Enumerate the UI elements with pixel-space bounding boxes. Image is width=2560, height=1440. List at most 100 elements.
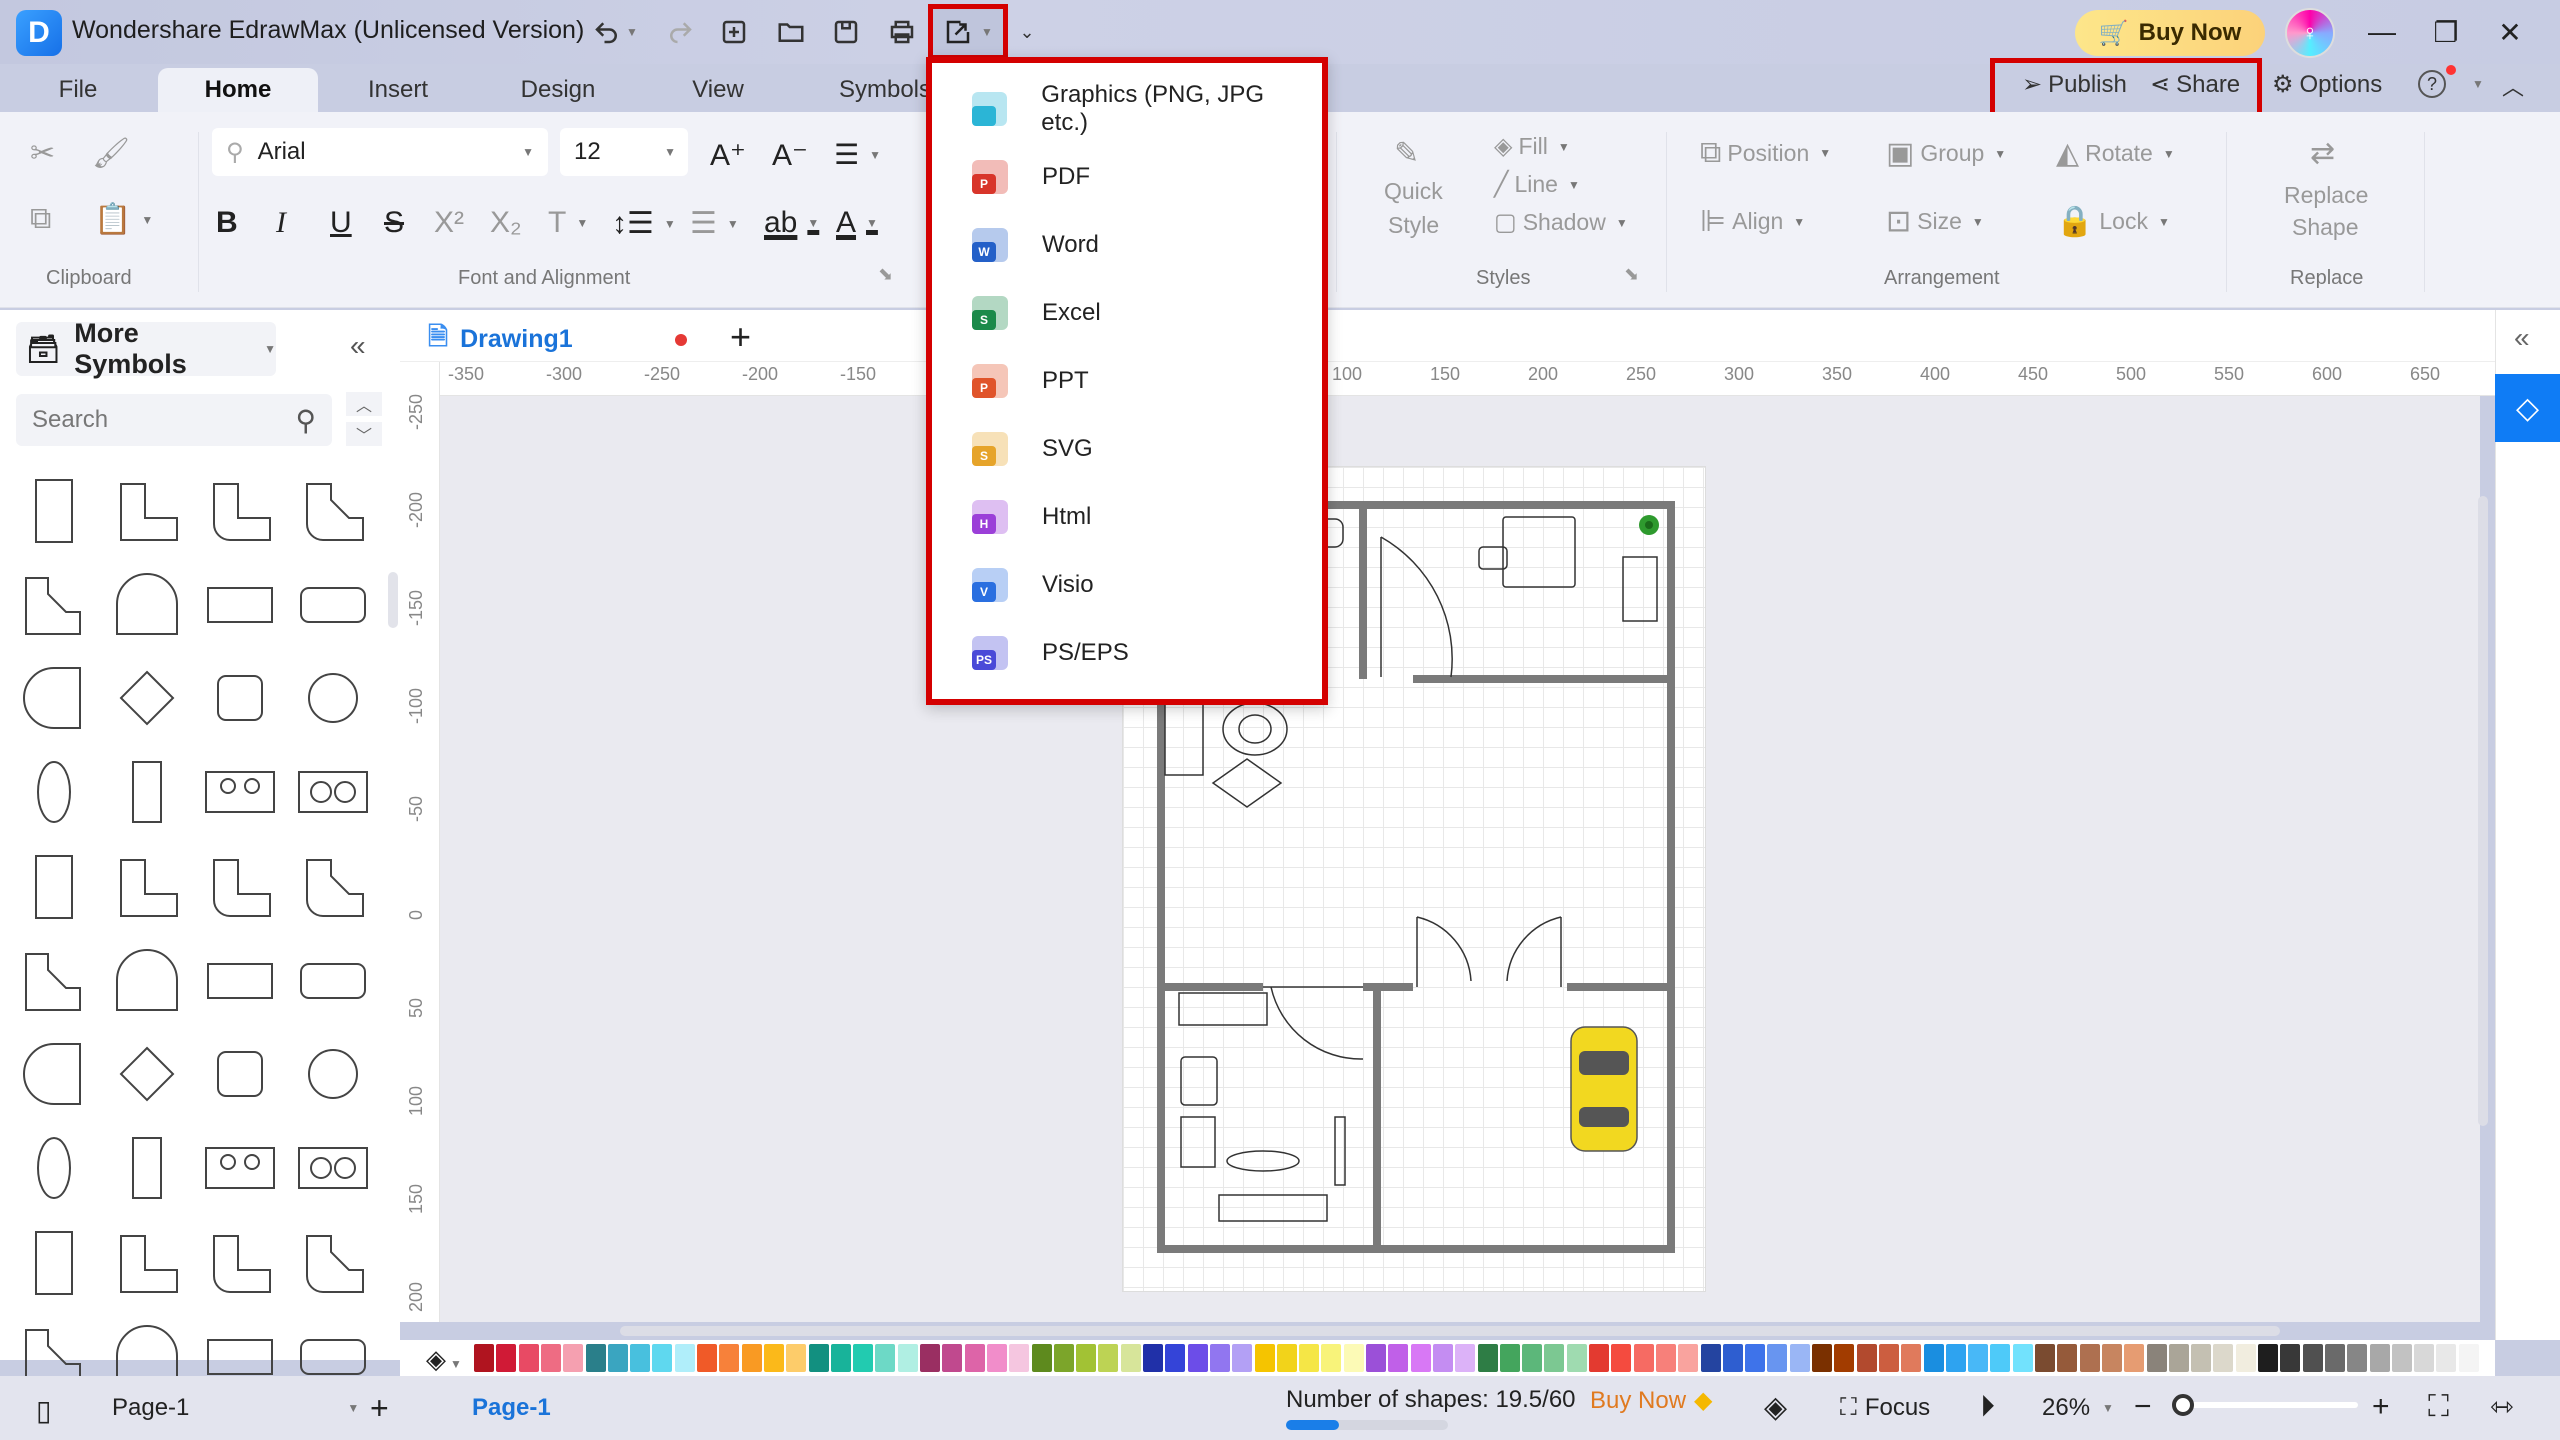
font-family-select[interactable]: ⚲ Arial ▼	[212, 128, 548, 176]
symbol-item[interactable]	[200, 940, 280, 1020]
replace-shape-label-2[interactable]: Shape	[2292, 214, 2359, 241]
symbol-item[interactable]	[200, 1034, 280, 1114]
color-swatch[interactable]	[2012, 1344, 2033, 1372]
tab-symbols[interactable]: Symbols	[830, 68, 940, 112]
export-button[interactable]: ▼	[928, 4, 1008, 60]
color-swatch[interactable]	[1522, 1344, 1543, 1372]
symbol-item[interactable]	[107, 470, 187, 550]
fit-width-button[interactable]: ⇿	[2490, 1390, 2513, 1423]
color-swatch[interactable]	[1700, 1344, 1721, 1372]
collapse-panel-button[interactable]: «	[350, 330, 366, 362]
color-swatch[interactable]	[1120, 1344, 1141, 1372]
layers-button[interactable]: ◈	[1764, 1390, 1787, 1425]
fill-button[interactable]: ◈ Fill ▼	[1494, 132, 1570, 161]
page-tab[interactable]: Page-1	[472, 1394, 551, 1422]
symbol-item[interactable]	[107, 658, 187, 738]
color-swatch[interactable]	[1678, 1344, 1699, 1372]
zoom-in-button[interactable]: +	[2372, 1390, 2390, 1424]
page-panel-toggle[interactable]: ▯	[36, 1394, 51, 1427]
color-swatch[interactable]	[1388, 1344, 1409, 1372]
color-swatch[interactable]	[1767, 1344, 1788, 1372]
color-swatch[interactable]	[2458, 1344, 2479, 1372]
color-swatch[interactable]	[2258, 1344, 2278, 1372]
superscript-button[interactable]: X²	[434, 206, 464, 240]
color-swatch[interactable]	[1499, 1344, 1520, 1372]
color-swatch[interactable]	[1366, 1344, 1386, 1372]
color-swatch[interactable]	[2213, 1344, 2234, 1372]
color-swatch[interactable]	[1655, 1344, 1676, 1372]
symbol-item[interactable]	[293, 1034, 373, 1114]
color-swatch[interactable]	[1410, 1344, 1431, 1372]
italic-button[interactable]: I	[276, 206, 286, 240]
expand-right-panel-button[interactable]: «	[2514, 322, 2530, 354]
color-swatch[interactable]	[2280, 1344, 2301, 1372]
symbol-item[interactable]	[293, 1128, 373, 1208]
symbol-item[interactable]	[14, 470, 94, 550]
color-swatch[interactable]	[1812, 1344, 1832, 1372]
symbol-item[interactable]	[14, 1128, 94, 1208]
color-swatch[interactable]	[630, 1344, 651, 1372]
symbol-item[interactable]	[107, 1034, 187, 1114]
tab-view[interactable]: View	[680, 68, 756, 112]
color-swatch[interactable]	[2369, 1344, 2390, 1372]
color-swatch[interactable]	[474, 1344, 494, 1372]
color-swatch[interactable]	[853, 1344, 874, 1372]
tab-design[interactable]: Design	[508, 68, 608, 112]
color-swatch[interactable]	[830, 1344, 851, 1372]
print-button[interactable]	[880, 12, 924, 52]
color-swatch[interactable]	[563, 1344, 584, 1372]
color-swatch[interactable]	[2168, 1344, 2189, 1372]
color-swatch[interactable]	[2414, 1344, 2435, 1372]
focus-button[interactable]: ⛶ Focus	[1840, 1394, 1930, 1422]
symbol-item[interactable]	[14, 846, 94, 926]
text-align-button[interactable]: ☰ ▼	[834, 138, 881, 171]
color-swatch[interactable]	[719, 1344, 740, 1372]
subscript-button[interactable]: X₂	[490, 206, 522, 240]
color-swatch[interactable]	[2302, 1344, 2323, 1372]
color-swatch[interactable]	[1432, 1344, 1453, 1372]
new-tab-button[interactable]: +	[730, 316, 751, 358]
save-button[interactable]	[826, 12, 866, 52]
color-swatch[interactable]	[1187, 1344, 1208, 1372]
color-swatch[interactable]	[1098, 1344, 1119, 1372]
symbol-item[interactable]	[107, 1128, 187, 1208]
color-swatch[interactable]	[2079, 1344, 2100, 1372]
symbol-item[interactable]	[200, 1222, 280, 1302]
color-swatch[interactable]	[741, 1344, 762, 1372]
color-swatch[interactable]	[1878, 1344, 1899, 1372]
strikethrough-button[interactable]: S	[384, 206, 404, 240]
symbol-item[interactable]	[293, 1222, 373, 1302]
rotate-button[interactable]: ◭ Rotate ▼	[2056, 136, 2175, 171]
color-swatch[interactable]	[1901, 1344, 1922, 1372]
color-swatch[interactable]	[2235, 1344, 2256, 1372]
export-option[interactable]: PS PS/EPS	[972, 621, 1312, 685]
color-swatch[interactable]	[1633, 1344, 1654, 1372]
symbol-search-input[interactable]: Search ⚲	[16, 394, 332, 446]
symbol-item[interactable]	[293, 846, 373, 926]
more-symbols-button[interactable]: 🗃 More Symbols ▼	[16, 318, 276, 379]
symbol-item[interactable]	[293, 470, 373, 550]
zoom-slider-thumb[interactable]	[2172, 1394, 2194, 1416]
color-swatch[interactable]	[674, 1344, 695, 1372]
symbol-item[interactable]	[200, 470, 280, 550]
color-swatch[interactable]	[1053, 1344, 1074, 1372]
color-swatch[interactable]	[2035, 1344, 2055, 1372]
highlight-button[interactable]: ab ▼	[764, 206, 819, 240]
color-swatch[interactable]	[1856, 1344, 1877, 1372]
color-swatch[interactable]	[786, 1344, 807, 1372]
share-button[interactable]: ⋖ Share	[2150, 70, 2240, 99]
color-swatch[interactable]	[607, 1344, 628, 1372]
symbol-item[interactable]	[200, 1128, 280, 1208]
panel-scrollbar[interactable]	[388, 572, 398, 628]
color-swatch[interactable]	[518, 1344, 539, 1372]
export-option[interactable]: H Html	[972, 485, 1312, 549]
symbol-item[interactable]	[107, 846, 187, 926]
color-swatch[interactable]	[2057, 1344, 2078, 1372]
bold-button[interactable]: B	[216, 206, 238, 240]
styles-launcher[interactable]: ⬊	[1624, 264, 1639, 285]
play-button[interactable]: ⏵	[1980, 1390, 1995, 1424]
quick-style-label-1[interactable]: Quick	[1384, 178, 1443, 205]
color-swatch[interactable]	[920, 1344, 940, 1372]
color-swatch[interactable]	[1968, 1344, 1989, 1372]
close-button[interactable]: ✕	[2490, 14, 2530, 50]
